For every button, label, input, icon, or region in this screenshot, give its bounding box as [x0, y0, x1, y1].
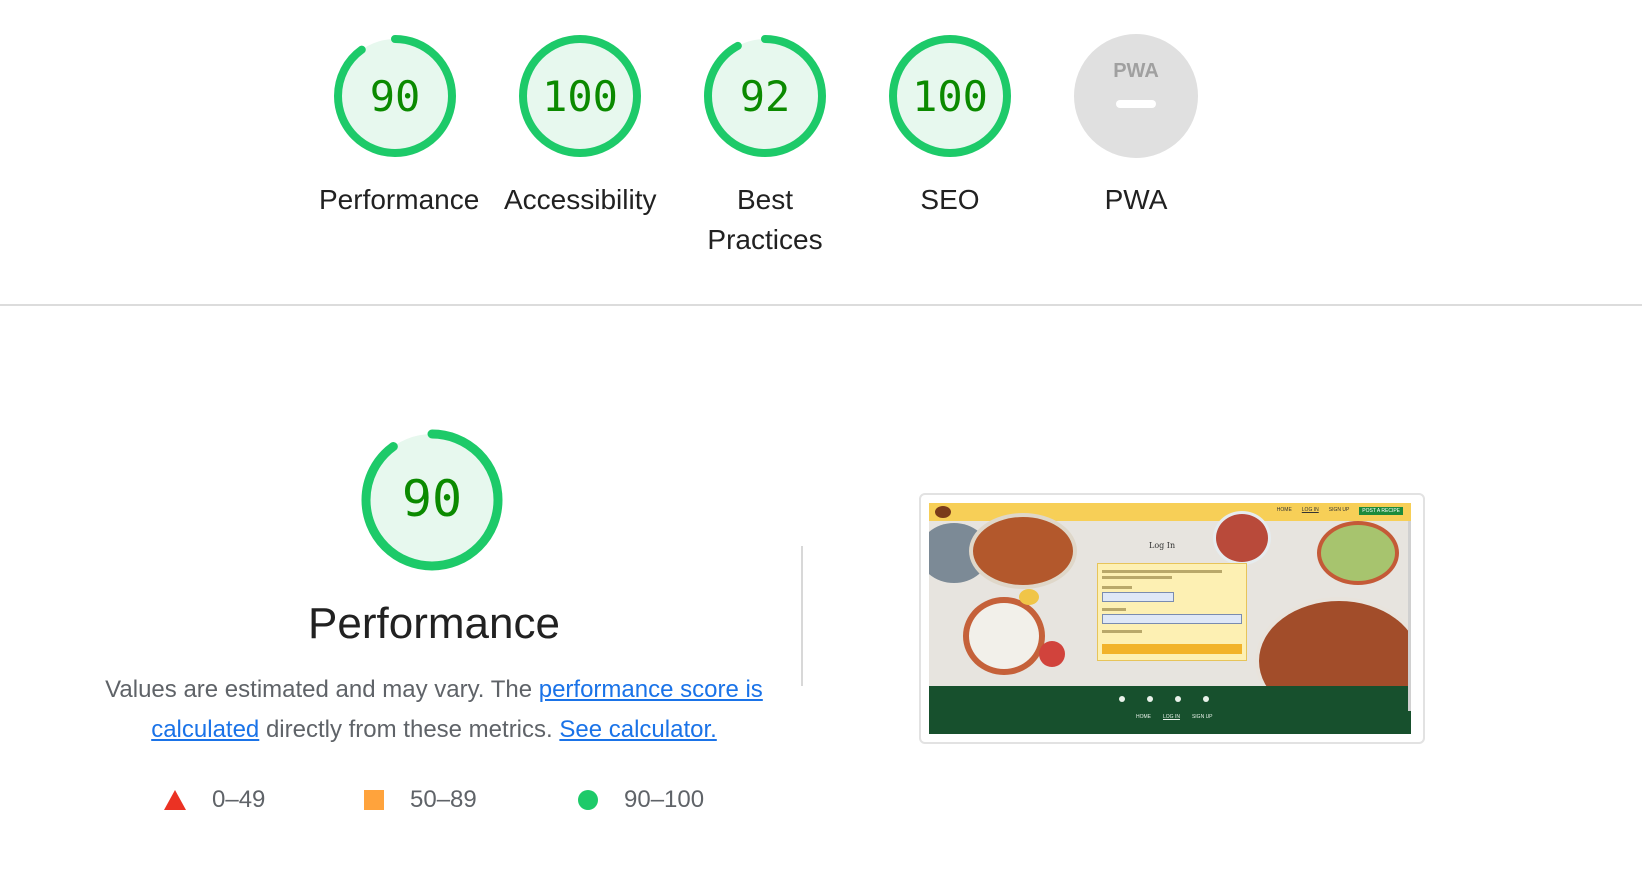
- thumb-page-title: Log In: [1149, 541, 1176, 550]
- thumb-footer-link: LOG IN: [1163, 714, 1180, 720]
- score-legend: 0–49 50–89 90–100: [0, 786, 800, 826]
- facebook-icon: [1119, 696, 1125, 702]
- svg-text:PWA: PWA: [1113, 60, 1159, 82]
- legend-item-average: 50–89: [364, 786, 477, 814]
- gauge-seo[interactable]: 100 SEO: [850, 34, 1050, 220]
- orange-square-icon: [364, 790, 384, 810]
- accessibility-gauge-ring: 100: [519, 35, 641, 157]
- thumb-nav-link: LOG IN: [1301, 507, 1319, 513]
- thumb-footer: HOME LOG IN SIGN UP: [929, 686, 1411, 734]
- legend-range: 90–100: [624, 786, 705, 813]
- performance-title: Performance: [308, 599, 560, 648]
- gauge-score: 90: [370, 72, 421, 121]
- gauge-label: SEO: [920, 184, 980, 215]
- instagram-icon: [1147, 696, 1153, 702]
- tiktok-icon: [1203, 696, 1209, 702]
- screenshot-thumbnail: HOME LOG IN SIGN UP POST A RECIPE Log In: [929, 503, 1411, 734]
- legend-range: 50–89: [410, 786, 477, 813]
- gauge-label: PWA: [1104, 184, 1168, 215]
- legend-item-fail: 0–49: [164, 786, 265, 814]
- thumb-logo-icon: [935, 506, 951, 518]
- thumb-footer-link: HOME: [1136, 714, 1151, 720]
- gauge-label: Best Practices: [707, 184, 823, 255]
- final-screenshot[interactable]: HOME LOG IN SIGN UP POST A RECIPE Log In: [919, 493, 1425, 744]
- gauge-accessibility[interactable]: 100 Accessibility: [480, 34, 680, 220]
- legend-range: 0–49: [212, 786, 266, 813]
- thumb-footer-links: HOME LOG IN SIGN UP: [1136, 714, 1213, 720]
- desc-text: Values are estimated and may vary. The: [105, 676, 539, 703]
- legend-item-pass: 90–100: [578, 786, 704, 814]
- performance-big-gauge: 90: [361, 429, 503, 571]
- thumb-footer-link: SIGN UP: [1191, 714, 1213, 720]
- thumb-nav-links: HOME LOG IN SIGN UP POST A RECIPE: [1277, 507, 1403, 515]
- see-calculator-link[interactable]: See calculator.: [559, 716, 716, 743]
- thumb-nav-link: SIGN UP: [1328, 507, 1350, 513]
- gauge-performance[interactable]: 90 Performance: [295, 34, 495, 220]
- gauge-score: 100: [542, 72, 618, 121]
- gauge-label: Accessibility: [504, 184, 657, 215]
- thumb-login-form: [1097, 563, 1247, 661]
- performance-description: Values are estimated and may vary. The p…: [104, 670, 764, 750]
- gauge-label: Performance: [319, 184, 480, 215]
- summary-gauges: 90 Performance 100 Accessibility 92 Best…: [0, 0, 1642, 305]
- desc-text: directly from these metrics.: [259, 716, 560, 743]
- gauge-score: 92: [740, 72, 791, 121]
- gauge-pwa[interactable]: PWA PWA: [1036, 34, 1236, 220]
- performance-big-score: 90: [402, 470, 462, 528]
- twitter-icon: [1175, 696, 1181, 702]
- thumb-social-icons: [1119, 696, 1209, 702]
- pwa-badge-icon: PWA: [1074, 34, 1198, 158]
- vertical-separator: [801, 546, 803, 686]
- performance-gauge-ring: 90: [334, 35, 456, 157]
- performance-section: 90 Performance Values are estimated and …: [0, 306, 1642, 876]
- gauge-score: 100: [912, 72, 988, 121]
- green-circle-icon: [578, 790, 598, 810]
- red-triangle-icon: [164, 790, 186, 810]
- seo-gauge-ring: 100: [889, 35, 1011, 157]
- thumb-scrollbar: [1408, 521, 1411, 711]
- thumb-nav-link: HOME: [1276, 507, 1292, 513]
- thumb-nav-cta: POST A RECIPE: [1359, 507, 1403, 515]
- gauge-best-practices[interactable]: 92 Best Practices: [665, 34, 865, 260]
- best-practices-gauge-ring: 92: [704, 35, 826, 157]
